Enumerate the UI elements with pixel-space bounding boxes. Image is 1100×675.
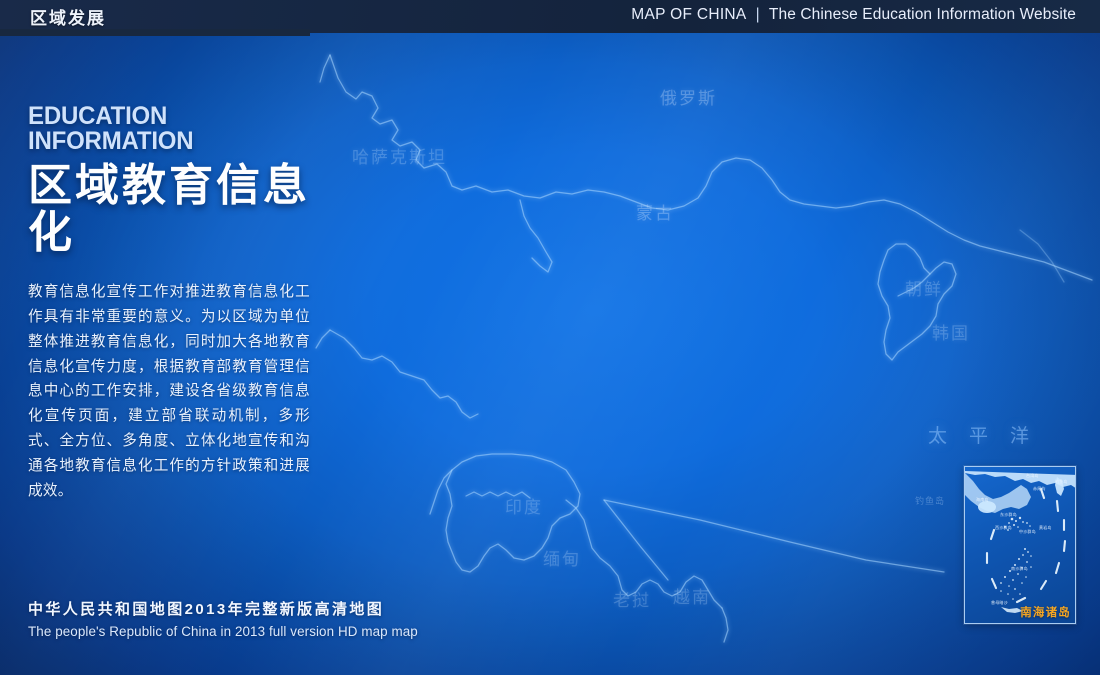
inset-label-zengmu: 曾母暗沙	[991, 600, 1008, 605]
map-label-vietnam: 越南	[673, 588, 711, 607]
caption-en: The people's Republic of China in 2013 f…	[28, 624, 418, 639]
inset-map-svg	[965, 471, 1075, 613]
map-label-mongolia: 蒙古	[636, 204, 674, 223]
header-right-text: MAP OF CHINA | The Chinese Education Infor…	[631, 6, 1076, 24]
header-separator: |	[755, 6, 760, 23]
header-left-step	[0, 29, 310, 36]
top-header-bar: 区域发展 MAP OF CHINA | The Chinese Education …	[0, 0, 1100, 36]
inset-label-huangyan: 黄岩岛	[1039, 525, 1052, 530]
panel-eyebrow-en: EDUCATION INFORMATION	[28, 102, 194, 155]
caption-cn: 中华人民共和国地图2013年完整新版高清地图	[28, 601, 385, 618]
inset-map-title: 南海诸岛	[1020, 607, 1071, 619]
inset-label-taiwan: 台湾岛	[1026, 473, 1039, 478]
inset-label-dongsha: 东沙群岛	[1000, 512, 1017, 517]
header-brand-title: 区域发展	[30, 9, 106, 28]
map-label-myanmar: 缅甸	[543, 550, 581, 569]
left-text-panel: EDUCATION INFORMATION 区域教育信息化 教育信息化宣传工作对…	[28, 104, 328, 503]
map-label-pacific-ocean: 太平洋	[928, 426, 1052, 447]
south-china-sea-inset-map[interactable]: 台湾岛 钓鱼岛 赤尾屿 海南岛 东沙群岛 西沙群岛 中沙群岛 黄岩岛 南沙群岛 …	[964, 466, 1076, 624]
header-map-of-china: MAP OF CHINA	[631, 6, 747, 23]
map-label-laos: 老挝	[613, 591, 651, 610]
map-label-north-korea: 朝鲜	[905, 280, 943, 299]
inset-label-diaoyu: 钓鱼岛	[1055, 479, 1068, 484]
inset-label-chiwei: 赤尾屿	[1033, 486, 1046, 491]
map-label-kazakhstan: 哈萨克斯坦	[352, 148, 447, 167]
map-label-india: 印度	[505, 498, 543, 517]
bottom-caption: 中华人民共和国地图2013年完整新版高清地图 The people's Repu…	[28, 598, 418, 639]
map-label-diaoyu: 钓鱼岛	[915, 496, 946, 506]
poster-stage: 俄罗斯 哈萨克斯坦 蒙古 朝鲜 韩国 太平洋 印度 缅甸 老挝 越南 钓鱼岛 区…	[0, 0, 1100, 675]
inset-label-zhongsha: 中沙群岛	[1019, 529, 1036, 534]
inset-label-xisha: 西沙群岛	[995, 525, 1012, 530]
panel-body-text: 教育信息化宣传工作对推进教育信息化工作具有非常重要的意义。为以区域为单位整体推进…	[28, 284, 310, 499]
map-label-russia: 俄罗斯	[660, 89, 717, 108]
map-label-south-korea: 韩国	[932, 324, 970, 343]
inset-label-nansha: 南沙群岛	[1011, 566, 1028, 571]
header-site-name: The Chinese Education Information Websit…	[768, 6, 1076, 23]
panel-title-cn: 区域教育信息化	[28, 161, 310, 257]
inset-label-hainan: 海南岛	[976, 497, 989, 502]
